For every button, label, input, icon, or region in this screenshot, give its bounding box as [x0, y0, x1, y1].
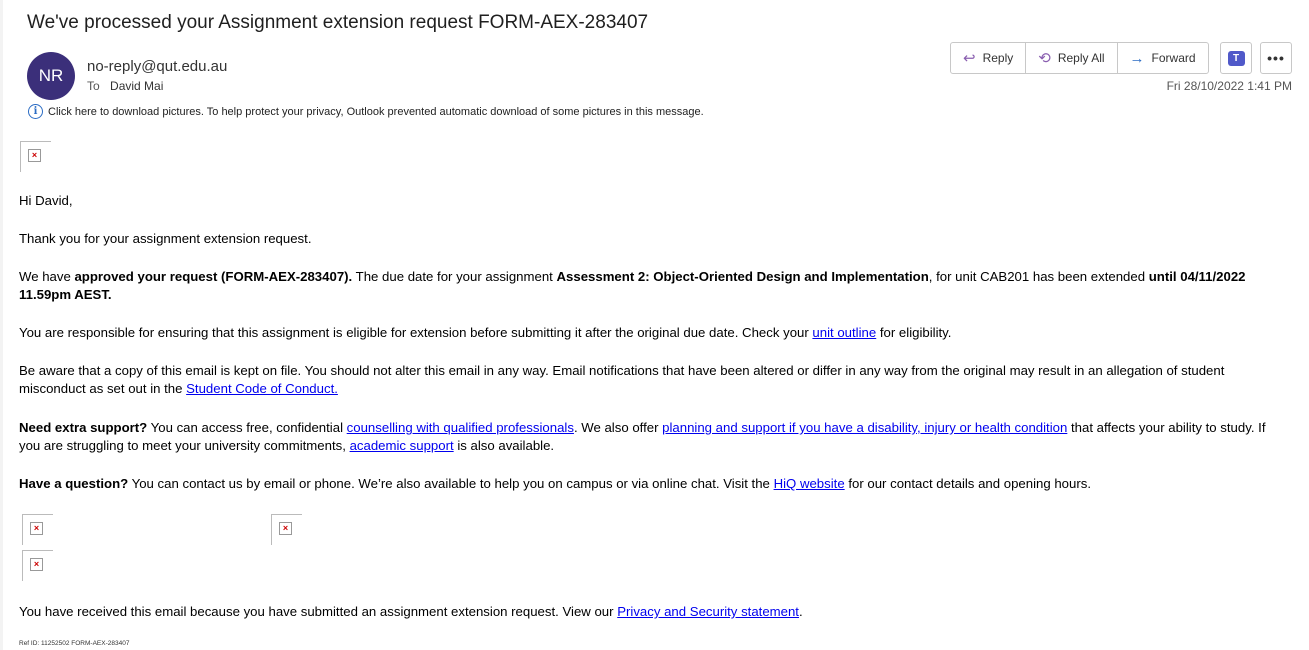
question-heading: Have a question?	[19, 476, 129, 491]
broken-image-icon: ×	[30, 558, 43, 571]
blocked-image-footer-1[interactable]: ×	[22, 514, 53, 545]
reference-id: Ref ID: 11252502 FORM-AEX-283407	[19, 640, 130, 647]
recipient-line: To David Mai	[87, 79, 163, 93]
thanks-paragraph: Thank you for your assignment extension …	[19, 231, 312, 246]
forward-label: Forward	[1151, 51, 1196, 65]
avatar[interactable]: NR	[27, 52, 75, 100]
text-run: for our contact details and opening hour…	[844, 476, 1091, 491]
to-label: To	[87, 79, 100, 93]
broken-image-icon: ×	[30, 522, 43, 535]
question-paragraph: Have a question? You can contact us by e…	[19, 475, 1279, 493]
blocked-image-footer-2[interactable]: ×	[271, 514, 302, 545]
blocked-image-header[interactable]: ×	[20, 141, 51, 172]
text-run: You have received this email because you…	[19, 604, 618, 619]
academic-support-link[interactable]: academic support	[350, 438, 454, 453]
text-run: You can contact us by email or phone. We…	[128, 476, 774, 491]
eligibility-paragraph: You are responsible for ensuring that th…	[19, 324, 1279, 342]
reply-icon: ↩	[963, 50, 976, 67]
text-run: We have	[19, 269, 75, 284]
email-subject: We've processed your Assignment extensio…	[27, 12, 649, 33]
pane-left-border	[0, 0, 3, 650]
hiq-website-link[interactable]: HiQ website	[774, 476, 845, 491]
broken-image-icon: ×	[28, 149, 41, 162]
text-run: , for unit CAB201 has been extended	[928, 269, 1149, 284]
footer-paragraph: You have received this email because you…	[19, 603, 1279, 621]
blocked-image-footer-3[interactable]: ×	[22, 550, 53, 581]
teams-button[interactable]: T	[1220, 42, 1252, 74]
privacy-statement-link[interactable]: Privacy and Security statement	[617, 604, 799, 619]
assessment-name: Assessment 2: Object-Oriented Design and…	[556, 269, 929, 284]
reply-all-button[interactable]: ⟲ Reply All	[1026, 43, 1118, 73]
reply-button[interactable]: ↩ Reply	[951, 43, 1027, 73]
text-run: The due date for your assignment	[352, 269, 557, 284]
code-of-conduct-link[interactable]: Student Code of Conduct.	[186, 381, 338, 396]
broken-image-icon: ×	[279, 522, 292, 535]
sender-email[interactable]: no-reply@qut.edu.au	[87, 58, 227, 75]
approval-paragraph: We have approved your request (FORM-AEX-…	[19, 268, 1279, 304]
greeting: Hi David,	[19, 193, 73, 208]
message-actions: ↩ Reply ⟲ Reply All → Forward	[950, 42, 1209, 74]
text-run: is also available.	[453, 438, 555, 453]
received-datetime: Fri 28/10/2022 1:41 PM	[1166, 79, 1292, 93]
teams-icon: T	[1227, 50, 1245, 66]
forward-icon: →	[1129, 49, 1145, 67]
disability-support-link[interactable]: planning and support if you have a disab…	[662, 420, 1067, 435]
text-run: . We also offer	[573, 420, 663, 435]
counselling-link[interactable]: counselling with qualified professionals	[347, 420, 574, 435]
support-paragraph: Need extra support? You can access free,…	[19, 419, 1279, 455]
reply-all-label: Reply All	[1057, 51, 1105, 65]
unit-outline-link[interactable]: unit outline	[812, 325, 876, 340]
info-icon: i	[28, 104, 43, 119]
reply-all-icon: ⟲	[1038, 50, 1051, 67]
text-run: You can access free, confidential	[147, 420, 347, 435]
download-pictures-bar[interactable]: i Click here to download pictures. To he…	[28, 104, 704, 119]
text-run: You are responsible for ensuring that th…	[19, 325, 813, 340]
privacy-note-text: Click here to download pictures. To help…	[48, 105, 704, 118]
recipient-name[interactable]: David Mai	[110, 79, 163, 93]
reply-label: Reply	[982, 51, 1014, 65]
more-actions-button[interactable]: •••	[1260, 42, 1292, 74]
text-run: .	[798, 604, 803, 619]
support-heading: Need extra support?	[19, 420, 148, 435]
text-run: for eligibility.	[876, 325, 952, 340]
forward-button[interactable]: → Forward	[1118, 43, 1208, 73]
conduct-paragraph: Be aware that a copy of this email is ke…	[19, 362, 1279, 398]
request-id: approved your request (FORM-AEX-283407).	[74, 269, 353, 284]
